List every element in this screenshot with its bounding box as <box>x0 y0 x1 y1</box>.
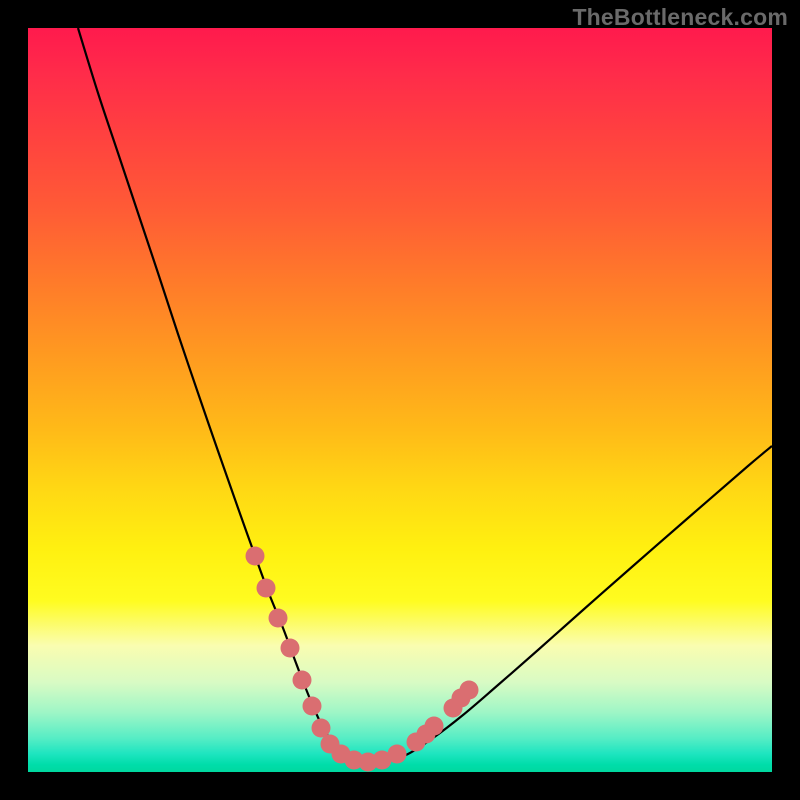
curve-marker <box>293 671 312 690</box>
curve-marker <box>269 609 288 628</box>
curve-marker <box>312 719 331 738</box>
bottleneck-curve <box>78 28 772 763</box>
curve-svg <box>28 28 772 772</box>
curve-marker <box>246 547 265 566</box>
plot-area <box>28 28 772 772</box>
chart-frame: TheBottleneck.com <box>0 0 800 800</box>
curve-marker <box>460 681 479 700</box>
curve-markers <box>246 547 479 772</box>
watermark-text: TheBottleneck.com <box>572 4 788 31</box>
curve-marker <box>425 717 444 736</box>
curve-marker <box>303 697 322 716</box>
curve-marker <box>257 579 276 598</box>
curve-marker <box>388 745 407 764</box>
curve-marker <box>281 639 300 658</box>
